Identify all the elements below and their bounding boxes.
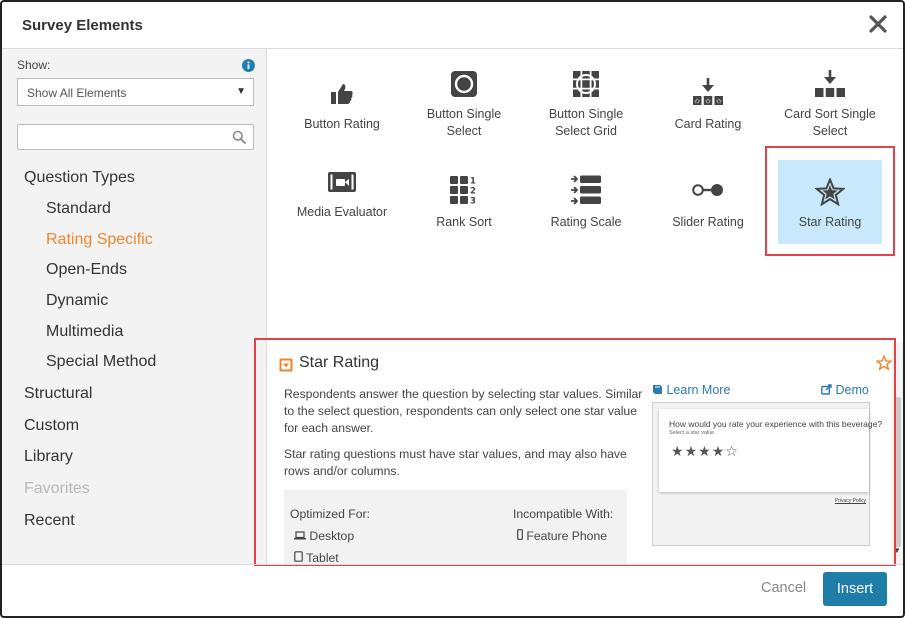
dialog-footer: Cancel Insert xyxy=(2,564,903,616)
grid-circle-icon xyxy=(573,71,599,97)
element-slider-rating[interactable]: Slider Rating xyxy=(656,167,760,253)
survey-elements-dialog: Survey Elements Show: Show All Elements … xyxy=(0,0,905,618)
element-label: Card Rating xyxy=(674,117,742,131)
show-select[interactable]: Show All Elements ▼ xyxy=(17,78,254,106)
nav-custom[interactable]: Custom xyxy=(24,417,79,435)
element-label: Card Sort Single Select xyxy=(784,107,876,138)
info-icon[interactable] xyxy=(242,59,255,72)
nav-question-types[interactable]: Question Types xyxy=(24,169,135,187)
element-rank-sort[interactable]: 1 2 3 Rank Sort xyxy=(412,167,516,253)
show-select-value: Show All Elements xyxy=(27,86,127,100)
nav-favorites: Favorites xyxy=(24,480,90,497)
sidebar: Show: Show All Elements ▼ Question Types… xyxy=(2,49,267,564)
cancel-button[interactable]: Cancel xyxy=(761,580,806,596)
nav-recent[interactable]: Recent xyxy=(24,512,75,530)
nav-open-ends[interactable]: Open-Ends xyxy=(46,261,127,279)
element-card-sort-single-select[interactable]: Card Sort Single Select xyxy=(778,69,882,155)
thumbs-up-icon xyxy=(331,84,353,104)
highlight-box-detail xyxy=(254,338,896,566)
card-sort-icon xyxy=(815,70,845,97)
element-label: Button Rating xyxy=(304,117,380,131)
nav-standard[interactable]: Standard xyxy=(46,200,111,218)
element-label: Slider Rating xyxy=(672,215,744,229)
svg-text:2: 2 xyxy=(470,187,476,197)
rank-sort-icon: 1 2 3 xyxy=(450,176,476,206)
svg-text:✩: ✩ xyxy=(715,98,722,106)
dialog-title: Survey Elements xyxy=(22,17,143,34)
rating-scale-icon xyxy=(571,175,601,205)
element-label: Media Evaluator xyxy=(296,205,388,219)
nav-library[interactable]: Library xyxy=(24,448,73,466)
element-rating-scale[interactable]: Rating Scale xyxy=(534,167,638,253)
nav-special-method[interactable]: Special Method xyxy=(46,353,156,371)
video-camera-icon xyxy=(328,172,356,192)
svg-text:✩: ✩ xyxy=(693,98,700,106)
nav-structural[interactable]: Structural xyxy=(24,385,92,403)
slider-icon xyxy=(692,184,723,196)
dialog-header: Survey Elements xyxy=(2,2,903,49)
nav-dynamic[interactable]: Dynamic xyxy=(46,292,108,310)
nav-rating-specific[interactable]: Rating Specific xyxy=(46,231,153,249)
search-box xyxy=(17,124,254,150)
element-label: Button Single Select xyxy=(426,107,502,138)
element-media-evaluator[interactable]: Media Evaluator xyxy=(290,167,394,253)
element-button-rating[interactable]: Button Rating xyxy=(290,69,394,155)
circle-button-icon xyxy=(451,71,477,97)
svg-text:3: 3 xyxy=(470,197,476,206)
element-label: Rating Scale xyxy=(550,215,622,229)
highlight-box-tile xyxy=(765,146,895,256)
element-label: Button Single Select Grid xyxy=(548,107,624,138)
element-card-rating[interactable]: ✩ ✩ ✩ Card Rating xyxy=(656,69,760,155)
search-input[interactable] xyxy=(24,126,224,148)
element-button-single-select[interactable]: Button Single Select xyxy=(412,69,516,155)
insert-button[interactable]: Insert xyxy=(823,572,887,606)
element-label: Rank Sort xyxy=(436,215,492,229)
show-label: Show: xyxy=(17,58,51,72)
element-button-single-select-grid[interactable]: Button Single Select Grid xyxy=(534,69,638,155)
svg-text:1: 1 xyxy=(470,177,476,187)
close-icon[interactable] xyxy=(867,13,889,35)
svg-text:✩: ✩ xyxy=(704,98,711,106)
search-icon[interactable] xyxy=(232,130,246,144)
nav-multimedia[interactable]: Multimedia xyxy=(46,323,123,341)
card-rating-icon: ✩ ✩ ✩ xyxy=(693,78,723,106)
caret-down-icon: ▼ xyxy=(236,86,246,97)
